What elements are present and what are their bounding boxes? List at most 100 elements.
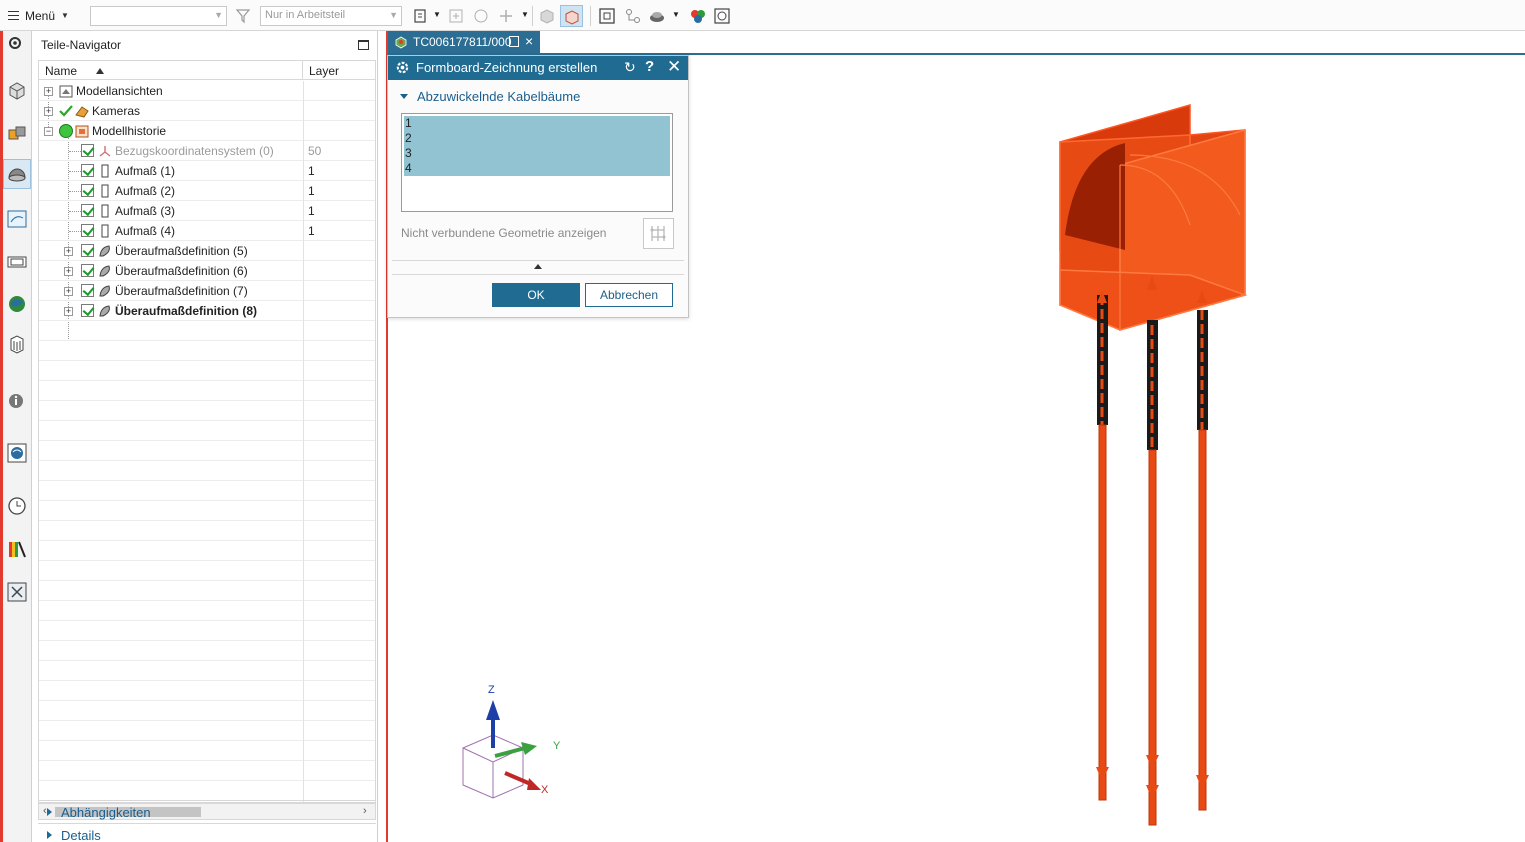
part-tab[interactable]: TC006177811/000 × [388, 31, 540, 53]
list-item[interactable]: 2 [404, 131, 670, 146]
visibility-checkbox[interactable] [81, 184, 94, 197]
menu-label: Menü [25, 8, 56, 23]
maximize-icon[interactable] [358, 40, 369, 50]
collapse-icon[interactable]: − [44, 127, 53, 136]
deselect-icon[interactable] [472, 7, 490, 25]
led-component-model[interactable] [1050, 95, 1260, 835]
visibility-checkbox[interactable] [81, 244, 94, 257]
visibility-checkbox[interactable] [81, 144, 94, 157]
visibility-checkbox[interactable] [81, 284, 94, 297]
tree-row[interactable]: + Überaufmaßdefinition (8) [39, 301, 375, 321]
column-name[interactable]: Name [39, 61, 303, 80]
filter-icon[interactable] [235, 7, 253, 25]
show-unconnected-button[interactable] [643, 218, 674, 249]
reuse-library-icon[interactable] [6, 251, 28, 273]
camera-settings-icon[interactable] [713, 7, 731, 25]
cancel-button[interactable]: Abbrechen [585, 283, 673, 307]
visibility-checkbox[interactable] [81, 204, 94, 217]
column-divider [303, 161, 304, 181]
tree-row-label: Kameras [92, 104, 141, 118]
sort-ascending-icon [96, 68, 104, 74]
chevron-down-icon[interactable]: ▼ [521, 10, 529, 19]
visibility-checkbox[interactable] [81, 304, 94, 317]
tree-row[interactable]: − Modellhistorie [39, 121, 375, 141]
expand-icon[interactable]: + [64, 247, 73, 256]
tree-row[interactable]: Aufmaß (4) 1 [39, 221, 375, 241]
menu-button[interactable]: Menü ▼ [8, 0, 69, 31]
teamcenter-icon[interactable] [6, 333, 28, 355]
view-triad[interactable]: Z Y X [455, 680, 575, 810]
dialog-header[interactable]: Formboard-Zeichnung erstellen ↻ ? ✕ [388, 56, 688, 80]
list-item[interactable]: 4 [404, 161, 670, 176]
navigator-title: Teile-Navigator [41, 38, 122, 52]
assembly-tree-icon[interactable] [624, 7, 642, 25]
tree-row[interactable]: + Überaufmaßdefinition (7) [39, 281, 375, 301]
expand-icon[interactable]: + [44, 87, 53, 96]
expand-icon[interactable]: + [64, 307, 73, 316]
close-icon[interactable]: ✕ [667, 57, 681, 77]
tree-row[interactable]: + Überaufmaßdefinition (6) [39, 261, 375, 281]
formboard-icon[interactable] [6, 208, 28, 230]
visibility-checkbox[interactable] [81, 164, 94, 177]
tree-row[interactable]: Aufmaß (3) 1 [39, 201, 375, 221]
empty-row [39, 781, 375, 801]
close-icon[interactable]: × [525, 33, 533, 49]
expand-icon[interactable]: + [64, 267, 73, 276]
info-icon[interactable] [6, 389, 28, 411]
tree-row[interactable]: Aufmaß (2) 1 [39, 181, 375, 201]
expand-icon[interactable]: + [64, 287, 73, 296]
column-layer[interactable]: Layer [303, 61, 375, 80]
section-details[interactable]: Details [38, 823, 376, 842]
select-all-icon[interactable] [447, 7, 465, 25]
model-views-icon [58, 83, 74, 99]
assembly-navigator-icon[interactable] [6, 80, 28, 102]
empty-row [39, 401, 375, 421]
type-filter-icon[interactable] [413, 7, 431, 25]
chevron-down-icon[interactable]: ▼ [433, 10, 441, 19]
empty-row [39, 341, 375, 361]
snap-point-icon[interactable] [497, 7, 515, 25]
chevron-down-icon: ▼ [214, 10, 223, 20]
expand-icon[interactable]: + [44, 107, 53, 116]
column-divider [303, 521, 304, 541]
axis-x-label: X [541, 784, 549, 796]
fit-view-icon[interactable] [598, 7, 616, 25]
history-icon[interactable] [6, 495, 28, 517]
constraint-navigator-icon[interactable] [6, 123, 28, 145]
collapse-more-icon[interactable] [534, 264, 542, 269]
column-name-label: Name [45, 64, 78, 78]
selection-filter-combo[interactable]: ▼ [90, 6, 227, 26]
list-item[interactable]: 3 [404, 146, 670, 161]
web-browser-icon[interactable] [6, 293, 28, 315]
list-item[interactable]: 1 [404, 116, 670, 131]
ok-button[interactable]: OK [492, 283, 580, 307]
check-icon[interactable] [58, 103, 74, 119]
tree-row[interactable]: + Überaufmaßdefinition (5) [39, 241, 375, 261]
palette-icon[interactable] [6, 538, 28, 560]
color-palette-icon[interactable] [689, 7, 707, 25]
reset-icon[interactable]: ↻ [624, 59, 636, 76]
render-style-icon[interactable] [648, 7, 666, 25]
section-dependencies[interactable]: Abhängigkeiten [38, 800, 376, 822]
shaded-view-icon[interactable] [538, 7, 556, 25]
tools-icon[interactable] [6, 581, 28, 603]
visibility-checkbox[interactable] [81, 264, 94, 277]
tree-row[interactable]: + Modellansichten [39, 81, 375, 101]
settings-icon[interactable] [7, 35, 23, 51]
roles-icon[interactable] [6, 442, 28, 464]
tree-row[interactable]: + Kameras [39, 101, 375, 121]
tree-row-label: Überaufmaßdefinition (8) [115, 304, 258, 318]
empty-row [39, 721, 375, 741]
help-icon[interactable]: ? [645, 58, 654, 75]
tree-row[interactable]: Aufmaß (1) 1 [39, 161, 375, 181]
scope-combo[interactable]: Nur in Arbeitsteil ▼ [260, 6, 402, 26]
undock-icon[interactable] [509, 36, 519, 47]
part-navigator-tab[interactable] [3, 159, 31, 189]
empty-row [39, 441, 375, 461]
tree-row[interactable]: Bezugskoordinatensystem (0) 50 [39, 141, 375, 161]
harness-list[interactable]: 1 2 3 4 [401, 113, 673, 212]
wireframe-toggle[interactable] [560, 5, 583, 27]
visibility-checkbox[interactable] [81, 224, 94, 237]
column-divider [303, 301, 304, 321]
chevron-down-icon[interactable]: ▼ [672, 10, 680, 19]
